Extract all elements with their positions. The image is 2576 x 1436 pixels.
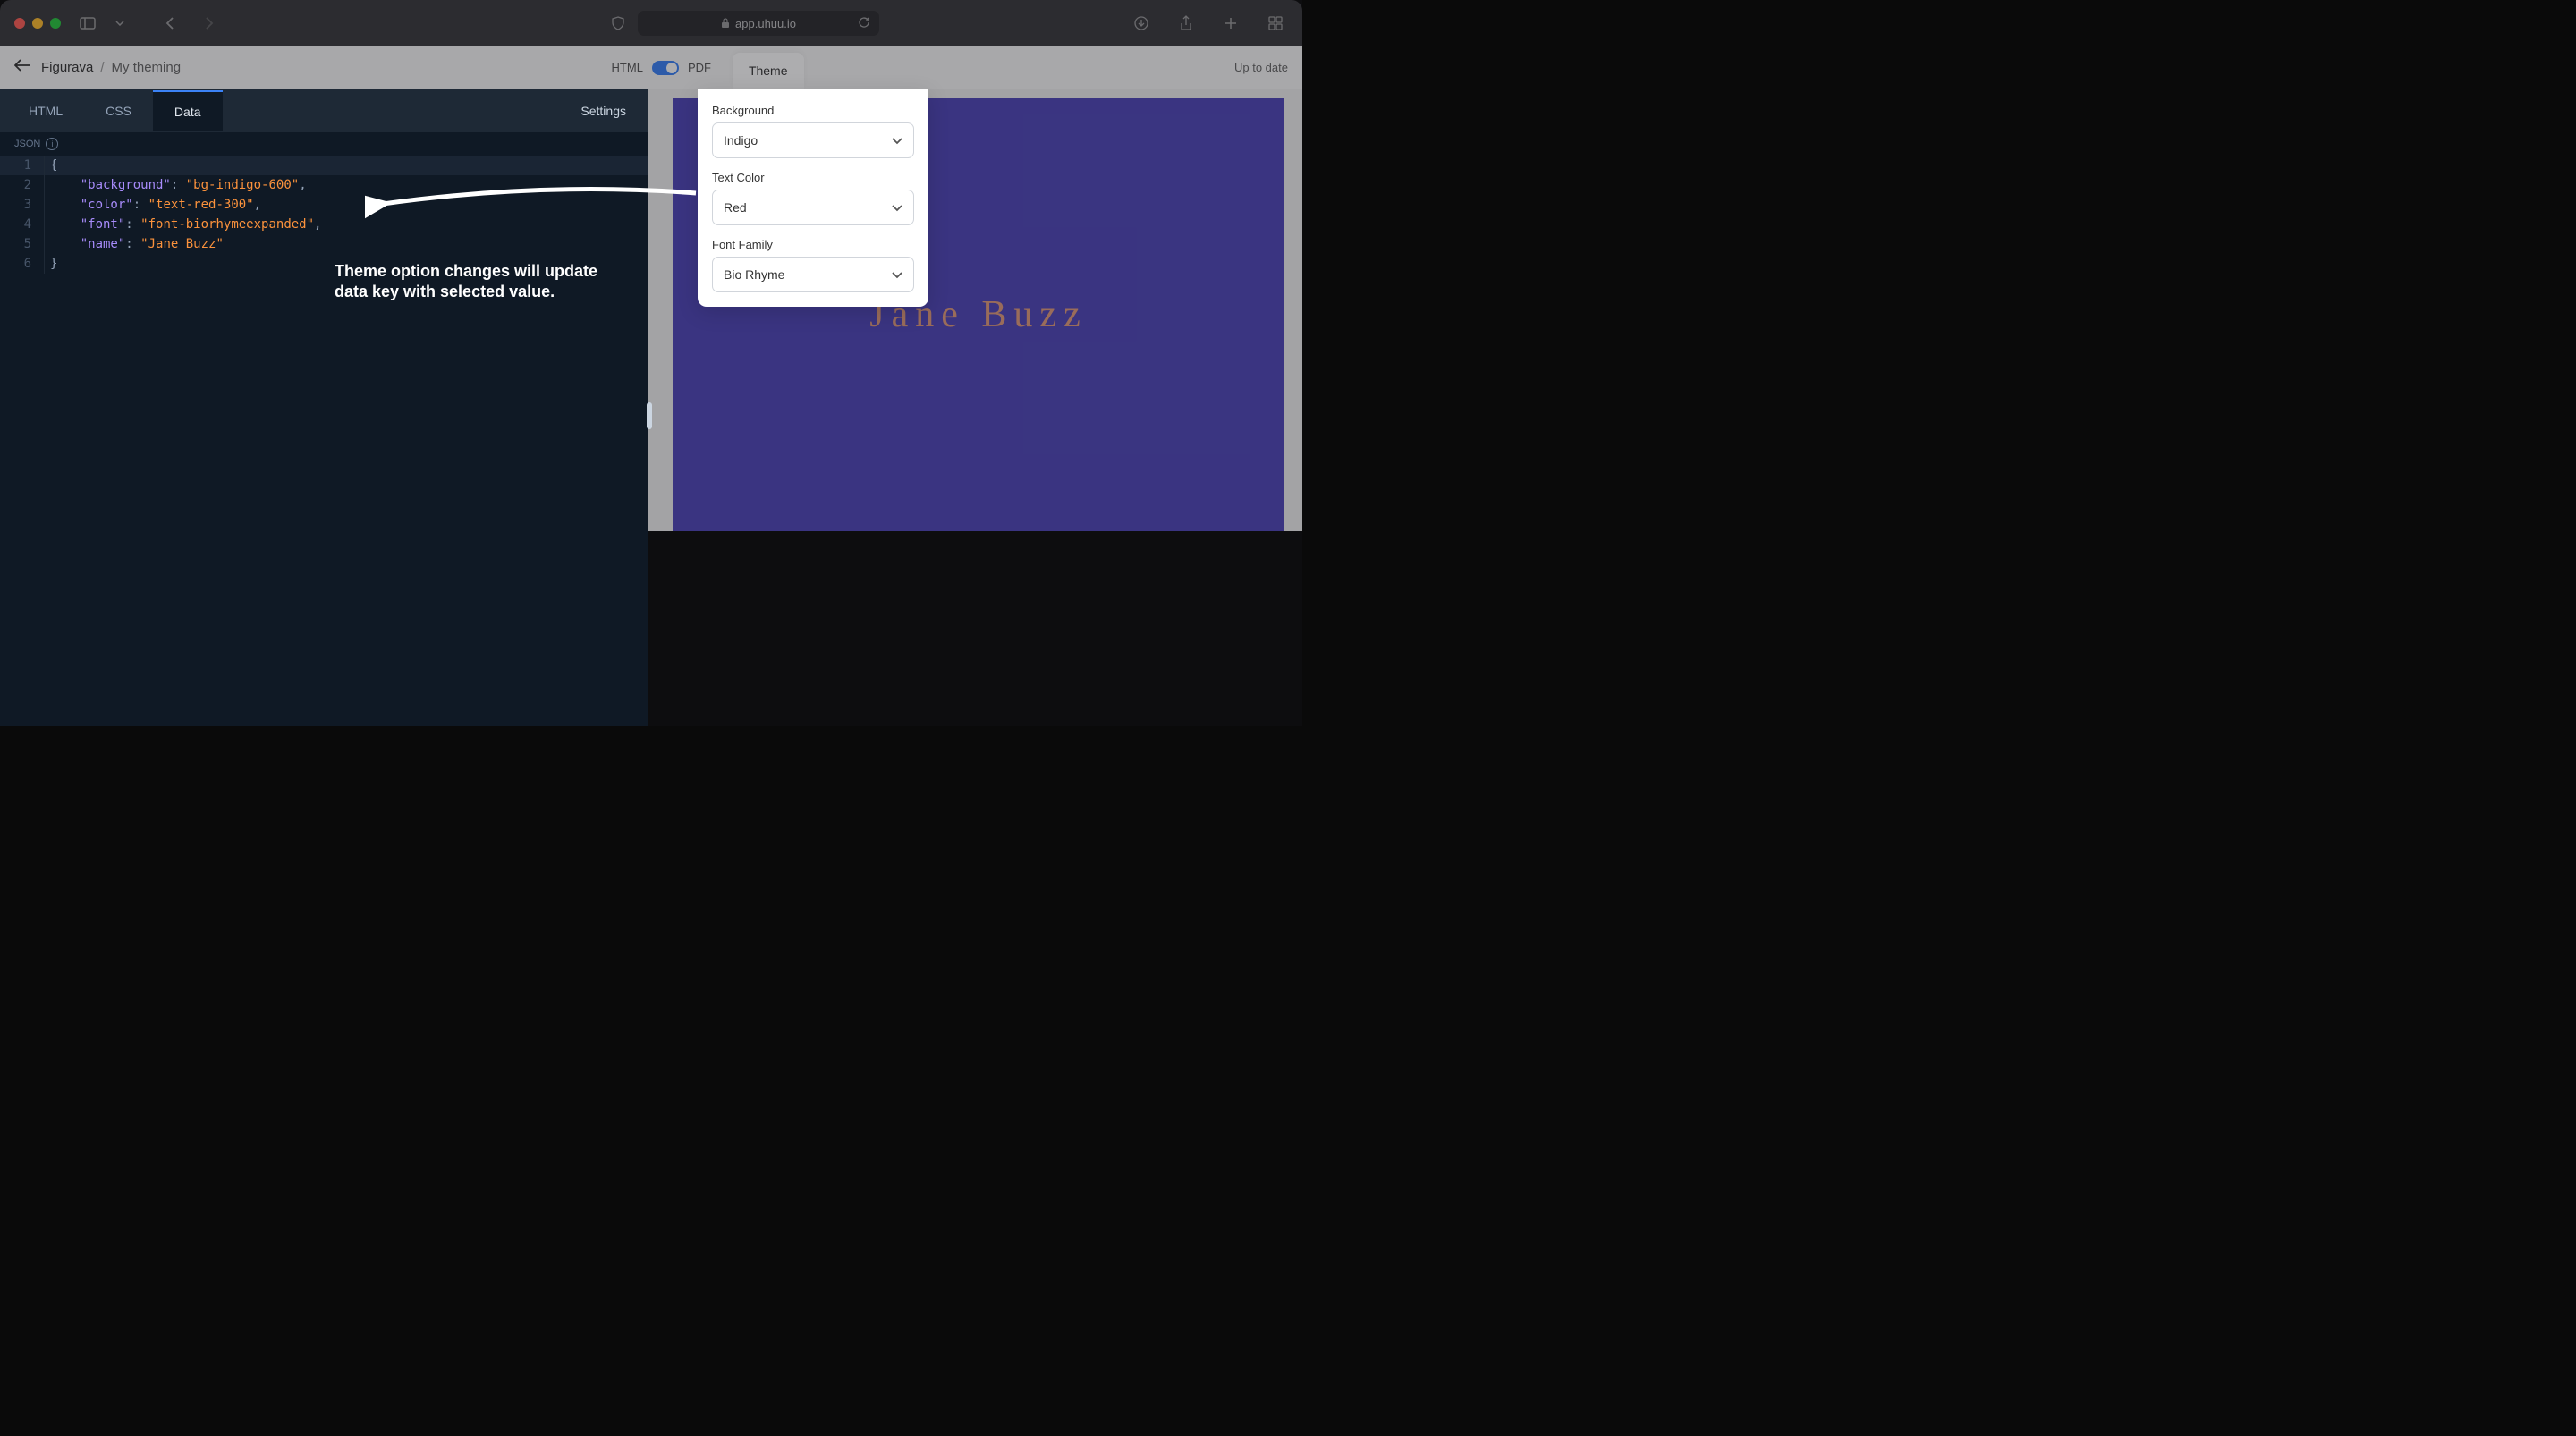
nav-forward-icon[interactable] (197, 11, 222, 36)
annotation-text: Theme option changes will update data ke… (335, 261, 630, 303)
text-color-select[interactable]: Red (712, 190, 914, 225)
toggle-label-pdf: PDF (688, 61, 711, 74)
breadcrumb-root[interactable]: Figurava (41, 60, 93, 75)
line-content: "background": "bg-indigo-600", (45, 175, 307, 195)
tab-css[interactable]: CSS (84, 91, 153, 131)
line-number: 6 (0, 254, 45, 274)
tab-data[interactable]: Data (153, 90, 223, 131)
new-tab-icon[interactable] (1218, 11, 1243, 36)
toggle-label-html: HTML (612, 61, 643, 74)
share-icon[interactable] (1174, 11, 1199, 36)
code-line[interactable]: 3 "color": "text-red-300", (0, 195, 648, 215)
line-number: 2 (0, 175, 45, 195)
panel-resizer[interactable] (647, 402, 652, 429)
settings-button[interactable]: Settings (580, 104, 640, 118)
app-header: Figurava / My theming HTML PDF Theme Up … (0, 46, 1302, 89)
field-label-background: Background (712, 104, 914, 117)
breadcrumb: Figurava / My theming (41, 60, 181, 75)
downloads-icon[interactable] (1129, 11, 1154, 36)
shield-icon[interactable] (606, 11, 631, 36)
chevron-down-icon (892, 200, 902, 215)
line-content: { (45, 156, 57, 175)
editor-tab-bar: HTML CSS Data Settings (0, 89, 648, 132)
json-badge: JSON i (0, 132, 648, 152)
sidebar-toggle-icon[interactable] (75, 11, 100, 36)
sync-status: Up to date (1234, 61, 1288, 74)
code-line[interactable]: 1{ (0, 156, 648, 175)
line-number: 5 (0, 234, 45, 254)
code-line[interactable]: 2 "background": "bg-indigo-600", (0, 175, 648, 195)
field-label-font-family: Font Family (712, 238, 914, 251)
html-pdf-toggle[interactable] (652, 61, 679, 75)
minimize-window-button[interactable] (32, 18, 43, 29)
theme-tab[interactable]: Theme (733, 53, 804, 89)
line-number: 1 (0, 156, 45, 175)
nav-back-icon[interactable] (157, 11, 182, 36)
line-content: } (45, 254, 57, 274)
tab-html[interactable]: HTML (7, 91, 84, 131)
browser-toolbar: app.uhuu.io (0, 0, 1302, 46)
code-line[interactable]: 5 "name": "Jane Buzz" (0, 234, 648, 254)
theme-popover: Background Indigo Text Color Red Font Fa… (698, 89, 928, 307)
url-bar[interactable]: app.uhuu.io (638, 11, 880, 36)
close-window-button[interactable] (14, 18, 25, 29)
info-icon[interactable]: i (46, 138, 58, 150)
line-number: 3 (0, 195, 45, 215)
breadcrumb-separator: / (100, 60, 104, 75)
window-controls (14, 18, 61, 29)
code-editor[interactable]: 1{2 "background": "bg-indigo-600",3 "col… (0, 152, 648, 726)
sidebar-chevron-icon[interactable] (107, 11, 132, 36)
chevron-down-icon (892, 267, 902, 282)
reload-icon[interactable] (858, 16, 870, 31)
line-content: "font": "font-biorhymeexpanded", (45, 215, 321, 234)
maximize-window-button[interactable] (50, 18, 61, 29)
tab-overview-icon[interactable] (1263, 11, 1288, 36)
line-content: "name": "Jane Buzz" (45, 234, 224, 254)
lock-icon (721, 18, 730, 29)
line-number: 4 (0, 215, 45, 234)
code-line[interactable]: 4 "font": "font-biorhymeexpanded", (0, 215, 648, 234)
back-button[interactable] (14, 59, 30, 76)
editor-panel: HTML CSS Data Settings JSON i 1{2 "backg… (0, 89, 648, 726)
background-select[interactable]: Indigo (712, 122, 914, 158)
font-family-select[interactable]: Bio Rhyme (712, 257, 914, 292)
url-text: app.uhuu.io (735, 17, 796, 30)
breadcrumb-current: My theming (112, 60, 182, 75)
field-label-text-color: Text Color (712, 171, 914, 184)
line-content: "color": "text-red-300", (45, 195, 261, 215)
chevron-down-icon (892, 133, 902, 148)
